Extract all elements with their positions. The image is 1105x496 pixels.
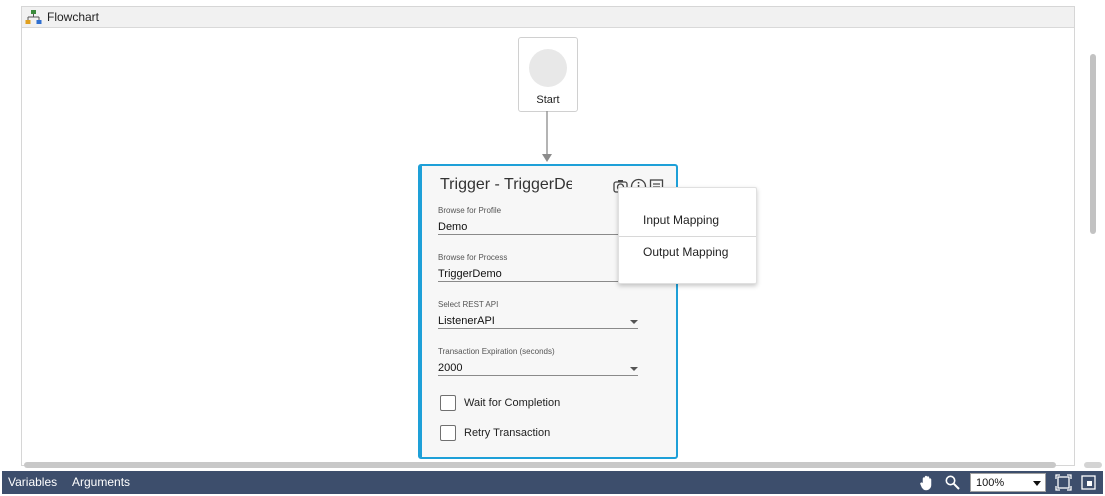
wait-completion-checkbox-row[interactable]: Wait for Completion (440, 394, 560, 412)
tab-variables[interactable]: Variables (8, 475, 57, 489)
rest-api-select[interactable]: Select REST API ListenerAPI (438, 300, 638, 329)
start-circle (529, 49, 567, 87)
flowchart-icon (25, 9, 42, 26)
wait-completion-label: Wait for Completion (464, 397, 561, 409)
connector-arrow (542, 111, 552, 162)
rest-api-value[interactable]: ListenerAPI (438, 311, 638, 329)
tab-arguments[interactable]: Arguments (72, 475, 130, 489)
horizontal-scroll-thumb[interactable] (24, 462, 1056, 468)
fit-to-screen-icon[interactable] (1055, 474, 1072, 491)
vertical-scroll-thumb[interactable] (1090, 54, 1096, 234)
retry-transaction-label: Retry Transaction (464, 427, 551, 439)
chevron-down-icon[interactable] (630, 367, 638, 371)
menu-item-output-mapping[interactable]: Output Mapping (619, 238, 756, 266)
profile-field-value[interactable]: Demo (438, 217, 638, 235)
expiration-label: Transaction Expiration (seconds) (438, 347, 555, 356)
overview-icon[interactable] (1080, 474, 1097, 491)
menu-item-input-mapping[interactable]: Input Mapping (619, 206, 756, 234)
profile-field-label: Browse for Profile (438, 206, 502, 215)
chevron-down-icon[interactable] (1033, 481, 1041, 486)
bottom-bar: Variables Arguments 100% (2, 471, 1103, 494)
horizontal-scrollbar[interactable] (24, 461, 1102, 469)
horizontal-scroll-end[interactable] (1084, 462, 1102, 468)
zoom-select[interactable]: 100% (970, 473, 1046, 492)
rest-api-selected: ListenerAPI (438, 315, 495, 327)
expiration-select[interactable]: Transaction Expiration (seconds) 2000 (438, 347, 638, 376)
trigger-title: Trigger - TriggerDemo (440, 176, 572, 193)
expiration-selected: 2000 (438, 362, 463, 374)
wait-completion-checkbox[interactable] (440, 395, 456, 411)
search-icon[interactable] (944, 474, 961, 491)
retry-transaction-checkbox[interactable] (440, 425, 456, 441)
hand-pan-icon[interactable] (918, 474, 935, 491)
designer-title: Flowchart (47, 10, 100, 24)
process-field[interactable]: Browse for Process TriggerDemo (438, 253, 638, 282)
chevron-down-icon[interactable] (630, 320, 638, 324)
retry-transaction-checkbox-row[interactable]: Retry Transaction (440, 424, 550, 442)
context-menu: Input Mapping Output Mapping (618, 187, 757, 284)
zoom-value: 100% (976, 477, 1005, 489)
start-label: Start (536, 94, 560, 106)
process-field-value[interactable]: TriggerDemo (438, 264, 638, 282)
profile-field[interactable]: Browse for Profile Demo (438, 206, 638, 235)
expiration-value[interactable]: 2000 (438, 358, 638, 376)
start-node[interactable]: Start (518, 37, 578, 112)
menu-divider (619, 236, 756, 237)
process-field-label: Browse for Process (438, 253, 508, 262)
vertical-scrollbar[interactable] (1080, 10, 1098, 465)
designer-header: Flowchart (22, 7, 1074, 28)
rest-api-label: Select REST API (438, 300, 499, 309)
